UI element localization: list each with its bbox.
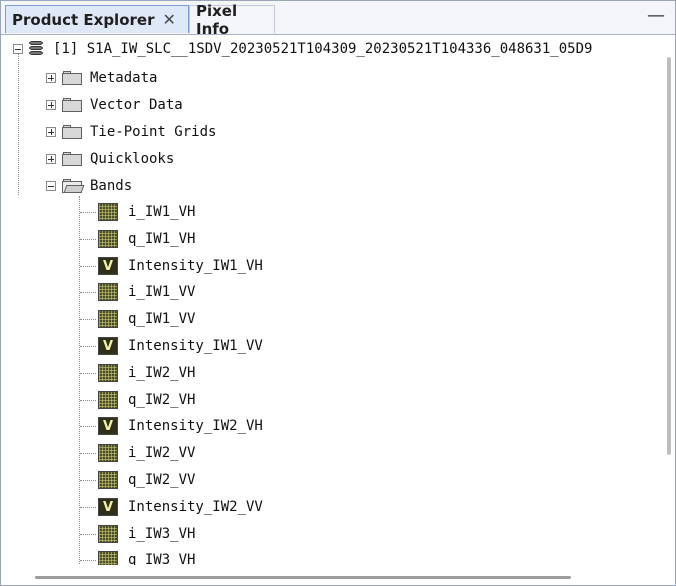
band-icon — [98, 391, 118, 409]
tree-connector — [80, 239, 96, 241]
folder-open-icon — [62, 179, 85, 193]
tree-item-band[interactable]: q_IW3_VH — [98, 549, 195, 565]
expand-toggle-icon[interactable] — [46, 73, 56, 83]
tree-item-band[interactable]: i_IW3_VH — [98, 523, 195, 545]
tree-item-band[interactable]: V Intensity_IW2_VH — [98, 415, 263, 437]
tab-bar: Product Explorer ✕ Pixel Info — — [1, 1, 675, 38]
tree-connector — [80, 453, 96, 455]
tree-item-band[interactable]: i_IW2_VH — [98, 362, 195, 384]
band-label: Intensity_IW2_VH — [128, 418, 263, 434]
tree-item-band[interactable]: V Intensity_IW1_VH — [98, 255, 263, 277]
tree-item-band[interactable]: q_IW2_VV — [98, 469, 195, 491]
expand-toggle-icon[interactable] — [46, 100, 56, 110]
band-icon — [98, 203, 118, 221]
collapse-toggle-icon[interactable] — [46, 181, 56, 191]
tree-connector — [80, 266, 96, 268]
band-label: q_IW2_VV — [128, 472, 196, 488]
product-label: [1] S1A_IW_SLC__1SDV_20230521T104309_202… — [53, 41, 593, 57]
tree-connector — [80, 426, 96, 428]
group-label: Quicklooks — [90, 151, 175, 167]
tree-connector — [80, 480, 96, 482]
band-icon — [98, 551, 118, 565]
product-icon — [27, 40, 45, 58]
band-label: i_IW3_VH — [128, 526, 196, 542]
tree-connector — [80, 319, 96, 321]
band-label: q_IW1_VV — [128, 311, 196, 327]
folder-icon — [62, 71, 82, 85]
product-explorer-window: Product Explorer ✕ Pixel Info — [1] S1A_… — [0, 0, 676, 586]
group-label: Tie-Point Grids — [90, 124, 217, 140]
virtual-band-icon: V — [98, 337, 118, 355]
minimize-button[interactable]: — — [647, 5, 665, 26]
band-icon — [98, 283, 118, 301]
band-label: i_IW1_VH — [128, 204, 196, 220]
virtual-band-icon: V — [98, 417, 118, 435]
band-icon — [98, 230, 118, 248]
expand-toggle-icon[interactable] — [46, 127, 56, 137]
virtual-band-icon: V — [98, 498, 118, 516]
band-label: Intensity_IW2_VV — [128, 499, 263, 515]
horizontal-scrollbar[interactable] — [35, 576, 571, 579]
tree-item-band[interactable]: i_IW1_VV — [98, 281, 195, 303]
tree-item-band[interactable]: V Intensity_IW1_VV — [98, 335, 263, 357]
group-label: Metadata — [90, 70, 158, 86]
tree-item-product[interactable]: [1] S1A_IW_SLC__1SDV_20230521T104309_202… — [13, 38, 592, 60]
band-label: q_IW2_VH — [128, 392, 196, 408]
group-label: Vector Data — [90, 97, 183, 113]
tree-connector — [80, 400, 96, 402]
folder-icon — [62, 152, 82, 166]
folder-icon — [62, 125, 82, 139]
tree-item-band[interactable]: q_IW1_VH — [98, 228, 195, 250]
tree-item-tie-point-grids[interactable]: Tie-Point Grids — [46, 121, 216, 143]
band-icon — [98, 364, 118, 382]
band-icon — [98, 471, 118, 489]
collapse-toggle-icon[interactable] — [13, 44, 23, 54]
product-tree: [1] S1A_IW_SLC__1SDV_20230521T104309_202… — [1, 35, 661, 565]
expand-toggle-icon[interactable] — [46, 154, 56, 164]
band-icon — [98, 310, 118, 328]
tree-item-bands[interactable]: Bands — [46, 175, 132, 197]
tree-item-band[interactable]: q_IW1_VV — [98, 308, 195, 330]
tab-pixel-info-label: Pixel Info — [196, 1, 238, 38]
tree-item-quicklooks[interactable]: Quicklooks — [46, 148, 174, 170]
folder-icon — [62, 98, 82, 112]
tree-item-vector-data[interactable]: Vector Data — [46, 94, 183, 116]
band-label: Intensity_IW1_VH — [128, 258, 263, 274]
band-label: q_IW1_VH — [128, 231, 196, 247]
group-label: Bands — [90, 178, 133, 194]
tree-item-band[interactable]: V Intensity_IW2_VV — [98, 496, 263, 518]
tree-connector — [80, 560, 96, 562]
band-icon — [98, 525, 118, 543]
tree-connector — [80, 507, 96, 509]
virtual-band-icon: V — [98, 257, 118, 275]
tree-connector — [79, 196, 81, 565]
tab-product-explorer-label: Product Explorer — [12, 10, 155, 29]
tree-connector — [80, 534, 96, 536]
tab-product-explorer[interactable]: Product Explorer ✕ — [5, 5, 189, 33]
tree-connector — [80, 346, 96, 348]
tree-item-metadata[interactable]: Metadata — [46, 67, 157, 89]
tree-connector — [80, 212, 96, 214]
tree-connector — [18, 49, 20, 195]
tab-pixel-info[interactable]: Pixel Info — [189, 2, 275, 38]
tree-item-band[interactable]: i_IW2_VV — [98, 442, 195, 464]
tree-connector — [80, 292, 96, 294]
tree-item-band[interactable]: q_IW2_VH — [98, 389, 195, 411]
tree-item-band[interactable]: i_IW1_VH — [98, 201, 195, 223]
band-label: q_IW3_VH — [128, 552, 196, 565]
band-label: i_IW1_VV — [128, 284, 196, 300]
band-label: i_IW2_VH — [128, 365, 196, 381]
band-label: i_IW2_VV — [128, 445, 196, 461]
vertical-scrollbar[interactable] — [667, 57, 671, 455]
close-icon[interactable]: ✕ — [162, 10, 175, 29]
tree-connector — [80, 373, 96, 375]
band-label: Intensity_IW1_VV — [128, 338, 263, 354]
band-icon — [98, 444, 118, 462]
